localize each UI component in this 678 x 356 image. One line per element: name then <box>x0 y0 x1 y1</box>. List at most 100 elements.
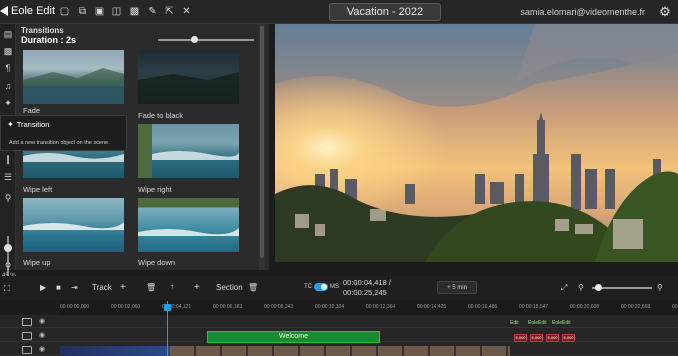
duration-slider-knob[interactable] <box>191 36 198 43</box>
current-time: 00:00:04,418 / <box>343 278 391 287</box>
ruler-tick-label: 00:00:00,000 <box>60 304 90 310</box>
ruler-tick-label: 00:00:10,304 <box>315 304 345 310</box>
ruler-tick-label: 00:00:18,547 <box>519 304 549 310</box>
media-icon[interactable]: ▤ <box>2 28 14 40</box>
zoom-out-icon[interactable]: ⚲ <box>2 192 14 204</box>
eye-icon[interactable]: ◉ <box>39 317 45 325</box>
ruler-tick-label: 00:00:08,243 <box>264 304 294 310</box>
effects-icon[interactable]: ✦ <box>2 97 14 109</box>
ruler-tick-label: 00:00:14,425 <box>417 304 447 310</box>
panel-title: Transitions <box>21 26 64 35</box>
transition-label: Wipe left <box>23 185 53 194</box>
app-logo: Eole Edit <box>0 5 55 17</box>
transition-thumb-wipe-right[interactable] <box>138 124 239 178</box>
delete-section-icon[interactable]: 🗑 <box>248 283 258 292</box>
zoom-in-icon[interactable]: ⚲ <box>2 260 14 272</box>
total-time: 00:00:25,245 <box>343 288 387 297</box>
copy-icon[interactable]: ⧉ <box>76 5 89 18</box>
duration-slider[interactable] <box>158 39 254 41</box>
add-section-icon[interactable]: + <box>194 282 200 293</box>
split-icon[interactable]: ❙ <box>2 153 14 165</box>
play-icon[interactable]: ▶ <box>40 283 46 292</box>
close-icon[interactable]: ✕ <box>180 5 193 18</box>
ruler-tick-label: 00:00:16,486 <box>468 304 498 310</box>
ruler-tick-label: 00:00:22,668 <box>621 304 651 310</box>
track-label: Track <box>92 283 112 292</box>
fullscreen-icon[interactable]: ⤢ <box>561 283 567 293</box>
marker-clip[interactable]: 5,000 <box>530 334 543 342</box>
ruler-tick-label: 00:00:20,608 <box>570 304 600 310</box>
skip-dropdown[interactable]: + 5 min <box>437 281 477 294</box>
transition-label: Wipe down <box>138 258 176 267</box>
image-track-icon <box>22 318 32 326</box>
video-preview[interactable] <box>275 24 678 262</box>
eye-icon[interactable]: ◉ <box>39 345 45 353</box>
transition-label: Fade <box>23 106 41 115</box>
tooltip-title: Transition <box>16 120 50 129</box>
text-clip[interactable]: Edit <box>510 320 519 326</box>
tooltip-title-row: ✦ Transition <box>7 120 49 129</box>
delete-icon[interactable]: 🗑 <box>146 283 156 292</box>
text-icon[interactable]: ¶ <box>2 62 14 74</box>
panel-scrollbar-thumb[interactable] <box>260 26 264 258</box>
marker-clip[interactable]: 5,000 <box>562 334 575 342</box>
ruler-tick-label: 00:00:2 <box>672 304 678 310</box>
image-export-icon[interactable]: ▩ <box>128 5 141 18</box>
transition-thumb-fade-to-black[interactable] <box>138 50 239 104</box>
ms-label: MS <box>330 284 339 290</box>
duration-label: Duration : 2s <box>21 35 77 45</box>
music-icon[interactable]: ♫ <box>2 80 14 92</box>
transition-thumb-wipe-down[interactable] <box>138 198 239 252</box>
share-icon[interactable]: ⇱ <box>163 5 176 18</box>
text-clip[interactable]: EoleEdit <box>552 320 571 326</box>
top-bar: Eole Edit ▢ ⧉ ▣ ◫ ▩ ✎ ⇱ ✕ Vacation - 202… <box>0 0 678 24</box>
tc-label: TC <box>304 284 312 290</box>
ruler-tick-label: 00:00:06,183 <box>213 304 243 310</box>
eye-icon[interactable]: ◉ <box>39 331 45 339</box>
add-track-icon[interactable]: + <box>120 282 126 293</box>
stop-icon[interactable]: ■ <box>56 283 61 292</box>
playhead-handle[interactable] <box>164 304 171 311</box>
fit-icon[interactable]: ⛶ <box>4 284 10 294</box>
skip-value: + 5 min <box>447 284 467 291</box>
transition-tooltip: ✦ Transition Add a new transition object … <box>0 115 127 151</box>
transition-thumb-wipe-up[interactable] <box>23 198 124 252</box>
video-clip-intro[interactable] <box>60 346 170 356</box>
ruler-tick-label: 00:00:02,060 <box>111 304 141 310</box>
export-icon[interactable]: ◫ <box>110 5 123 18</box>
zoom-out-icon[interactable]: ⚲ <box>578 283 584 292</box>
image-track-icon <box>22 332 32 340</box>
tc-ms-toggle[interactable] <box>314 283 328 291</box>
logo-mark-icon <box>0 6 8 16</box>
layers-icon[interactable]: ☰ <box>2 171 14 183</box>
track-row-text <box>0 315 678 328</box>
zoom-slider-knob[interactable] <box>4 244 12 252</box>
marker-clip[interactable]: 5,000 <box>546 334 559 342</box>
transition-icon: ✦ <box>7 120 14 129</box>
edit-icon[interactable]: ✎ <box>146 5 159 18</box>
transition-thumb-fade[interactable] <box>23 50 124 104</box>
user-email[interactable]: samia.elomari@videomenthe.fr <box>520 7 645 17</box>
ruler-tick-label: 00:00:12,364 <box>366 304 396 310</box>
zoom-in-icon[interactable]: ⚲ <box>657 283 663 292</box>
marker-clip[interactable]: 5,000 <box>514 334 527 342</box>
video-clip-strip[interactable] <box>170 346 510 356</box>
file-icon[interactable]: ▢ <box>58 5 71 18</box>
timeline-zoom-knob[interactable] <box>595 284 602 291</box>
title-clip[interactable]: Welcome <box>207 331 380 343</box>
save-icon[interactable]: ▣ <box>93 5 106 18</box>
image-icon[interactable]: ▩ <box>2 45 14 57</box>
section-label: Section <box>216 283 243 292</box>
transition-label: Fade to black <box>138 111 184 120</box>
transition-label: Wipe right <box>138 185 172 194</box>
up-arrow-icon[interactable]: ↑ <box>170 282 174 291</box>
tooltip-text: Add a new transition object on the scene… <box>9 140 110 146</box>
next-frame-icon[interactable]: ⇥ <box>71 283 78 292</box>
text-clip[interactable]: EoleEdit <box>528 320 547 326</box>
project-title[interactable]: Vacation - 2022 <box>329 3 441 21</box>
video-track-icon <box>22 346 32 354</box>
transition-label: Wipe up <box>23 258 51 267</box>
app-name: Eole Edit <box>11 5 56 17</box>
controls-bar: ⛶ ▶ ■ ⇥ Track + 🗑 ↑ + Section 🗑 TC MS 00… <box>0 276 678 300</box>
gear-icon[interactable]: ⚙ <box>658 5 672 19</box>
